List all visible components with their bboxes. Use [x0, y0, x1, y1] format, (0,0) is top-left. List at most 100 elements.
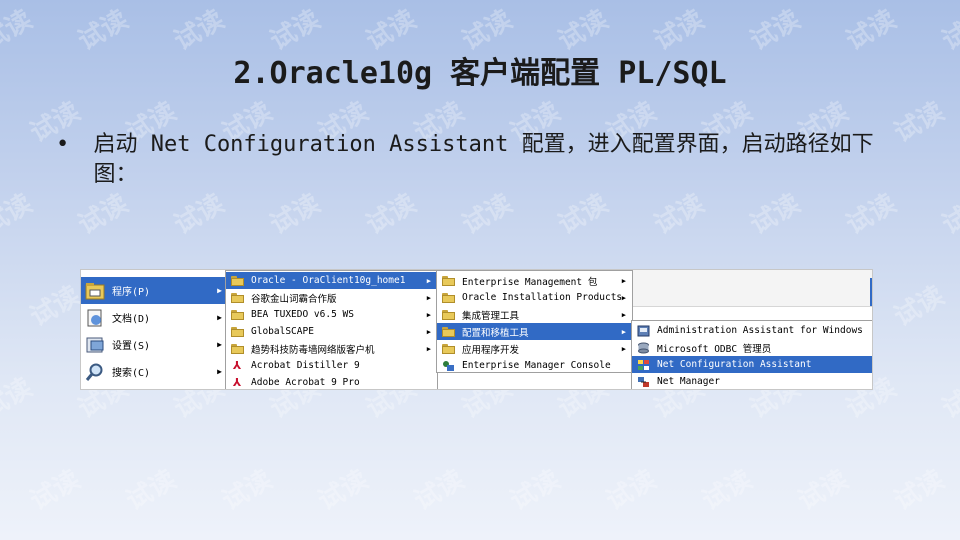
- folder-icon: [441, 275, 455, 287]
- submenu-arrow-icon: ▶: [426, 276, 431, 285]
- start-menu-item-settings[interactable]: 设置(S) ▶: [81, 331, 227, 358]
- menu-item-label: 趋势科技防毒墙网络版客户机: [251, 344, 375, 356]
- menu-item-trend-micro[interactable]: 趋势科技防毒墙网络版客户机 ▶: [226, 340, 437, 357]
- watermark-text: 试读: [889, 464, 950, 517]
- config-tools-menu: Administration Assistant for Windows Mic…: [631, 320, 872, 389]
- menu-item-label: Enterprise Management 包: [462, 276, 598, 288]
- folder-icon: [230, 292, 244, 304]
- submenu-arrow-icon: ▶: [217, 340, 222, 349]
- menu-item-label: 集成管理工具: [462, 310, 520, 322]
- folder-icon: [230, 343, 244, 355]
- watermark-text: 试读: [649, 188, 710, 241]
- menu-item-net-manager[interactable]: Net Manager: [632, 373, 872, 389]
- watermark-text: 试读: [25, 464, 86, 517]
- menu-item-administration-assistant[interactable]: Administration Assistant for Windows: [632, 322, 872, 339]
- menu-item-label: Oracle - OraClient10g_home1: [251, 275, 406, 286]
- menu-item-microsoft-odbc[interactable]: Microsoft ODBC 管理员: [632, 339, 872, 356]
- start-menu-label-documents: 文档(D): [112, 314, 151, 325]
- watermark-text: 试读: [937, 372, 960, 425]
- watermark-text: 试读: [25, 280, 86, 333]
- submenu-arrow-icon: ▶: [426, 293, 431, 302]
- watermark-text: 试读: [313, 464, 374, 517]
- submenu-arrow-icon: ▶: [621, 344, 626, 353]
- watermark-text: 试读: [0, 372, 38, 425]
- net-config-assistant-icon: [636, 359, 650, 371]
- watermark-text: 试读: [505, 464, 566, 517]
- menu-item-config-migration-tools[interactable]: 配置和移植工具 ▶: [437, 323, 632, 340]
- menu-item-label: 配置和移植工具: [462, 327, 529, 339]
- menu-item-enterprise-manager-console[interactable]: Enterprise Manager Console: [437, 357, 632, 374]
- menu-item-label: Net Configuration Assistant: [657, 359, 812, 370]
- net-manager-icon: [636, 376, 650, 388]
- watermark-text: 试读: [361, 188, 422, 241]
- watermark-text: 试读: [121, 464, 182, 517]
- menu-item-label: BEA TUXEDO v6.5 WS: [251, 309, 354, 320]
- watermark-text: 试读: [217, 464, 278, 517]
- watermark-text: 试读: [73, 188, 134, 241]
- watermark-text: 试读: [409, 464, 470, 517]
- watermark-text: 试读: [169, 188, 230, 241]
- watermark-text: 试读: [0, 188, 38, 241]
- bullet-text: 启动 Net Configuration Assistant 配置，进入配置界面…: [93, 132, 874, 187]
- search-icon: [84, 361, 106, 383]
- menu-item-enterprise-management-pack[interactable]: Enterprise Management 包 ▶: [437, 272, 632, 289]
- start-menu-label-settings: 设置(S): [112, 341, 151, 352]
- documents-icon: [84, 307, 106, 329]
- menu-item-label: Acrobat Distiller 9: [251, 360, 360, 371]
- submenu-arrow-icon: ▶: [217, 367, 222, 376]
- menu-item-adobe-acrobat[interactable]: ⅄ Adobe Acrobat 9 Pro: [226, 374, 437, 389]
- menu-item-globalscape[interactable]: GlobalSCAPE ▶: [226, 323, 437, 340]
- watermark-text: 试读: [553, 188, 614, 241]
- watermark-text: 试读: [697, 464, 758, 517]
- folder-icon: [230, 275, 244, 287]
- start-menu-item-documents[interactable]: 文档(D) ▶: [81, 304, 227, 331]
- menu-item-label: 谷歌金山词霸合作版: [251, 293, 337, 305]
- programs-folder-icon: [84, 280, 106, 302]
- folder-icon: [441, 292, 455, 304]
- folder-icon: [230, 309, 244, 321]
- menu-item-acrobat-distiller[interactable]: ⅄ Acrobat Distiller 9: [226, 357, 437, 374]
- watermark-text: 试读: [745, 188, 806, 241]
- menu-item-oracle-installation-products[interactable]: Oracle Installation Products ▶: [437, 289, 632, 306]
- slide-title: 2.Oracle10g 客户端配置 PL/SQL: [233, 56, 727, 91]
- background-window-titlebar: [870, 278, 872, 306]
- menu-item-label: Oracle Installation Products: [462, 292, 622, 303]
- menu-item-label: Administration Assistant for Windows: [657, 325, 863, 336]
- folder-icon: [441, 309, 455, 321]
- submenu-arrow-icon: ▶: [426, 327, 431, 336]
- menu-item-integrated-management-tools[interactable]: 集成管理工具 ▶: [437, 306, 632, 323]
- watermark-text: 试读: [457, 188, 518, 241]
- start-menu-item-programs[interactable]: 程序(P) ▶: [81, 277, 227, 304]
- watermark-text: 试读: [937, 188, 960, 241]
- menu-item-label: 应用程序开发: [462, 344, 520, 356]
- adobe-acrobat-icon: ⅄: [232, 375, 242, 389]
- odbc-icon: [636, 342, 650, 354]
- watermark-text: 试读: [601, 464, 662, 517]
- folder-icon: [441, 326, 455, 338]
- start-menu-label-programs: 程序(P): [112, 287, 151, 298]
- menu-item-net-configuration-assistant[interactable]: Net Configuration Assistant: [632, 356, 872, 373]
- menu-item-oracle-home[interactable]: Oracle - OraClient10g_home1 ▶: [226, 272, 437, 289]
- submenu-arrow-icon: ▶: [426, 344, 431, 353]
- oracle-menu: Enterprise Management 包 ▶ Oracle Install…: [436, 270, 633, 373]
- watermark-text: 试读: [889, 280, 950, 333]
- programs-menu: Oracle - OraClient10g_home1 ▶ 谷歌金山词霸合作版 …: [225, 270, 438, 389]
- submenu-arrow-icon: ▶: [217, 286, 222, 295]
- em-console-icon: [441, 360, 455, 372]
- start-menu-item-search[interactable]: 搜索(C) ▶: [81, 358, 227, 385]
- menu-item-kingsoft[interactable]: 谷歌金山词霸合作版 ▶: [226, 289, 437, 306]
- folder-icon: [441, 343, 455, 355]
- menu-item-bea-tuxedo[interactable]: BEA TUXEDO v6.5 WS ▶: [226, 306, 437, 323]
- menu-item-label: Enterprise Manager Console: [462, 360, 611, 371]
- folder-icon: [230, 326, 244, 338]
- menu-item-label: GlobalSCAPE: [251, 326, 314, 337]
- bullet-item: • 启动 Net Configuration Assistant 配置，进入配置…: [56, 130, 906, 190]
- bullet-marker: •: [56, 132, 70, 157]
- settings-icon: [84, 334, 106, 356]
- background-window-strip: [633, 270, 872, 307]
- watermark-text: 试读: [265, 188, 326, 241]
- menu-item-app-development[interactable]: 应用程序开发 ▶: [437, 340, 632, 357]
- start-menu-screenshot: 程序(P) ▶ 文档(D) ▶ 设置(S) ▶ 搜索(C) ▶ Oracle -…: [80, 269, 873, 390]
- submenu-arrow-icon: ▶: [426, 310, 431, 319]
- submenu-arrow-icon: ▶: [621, 293, 626, 302]
